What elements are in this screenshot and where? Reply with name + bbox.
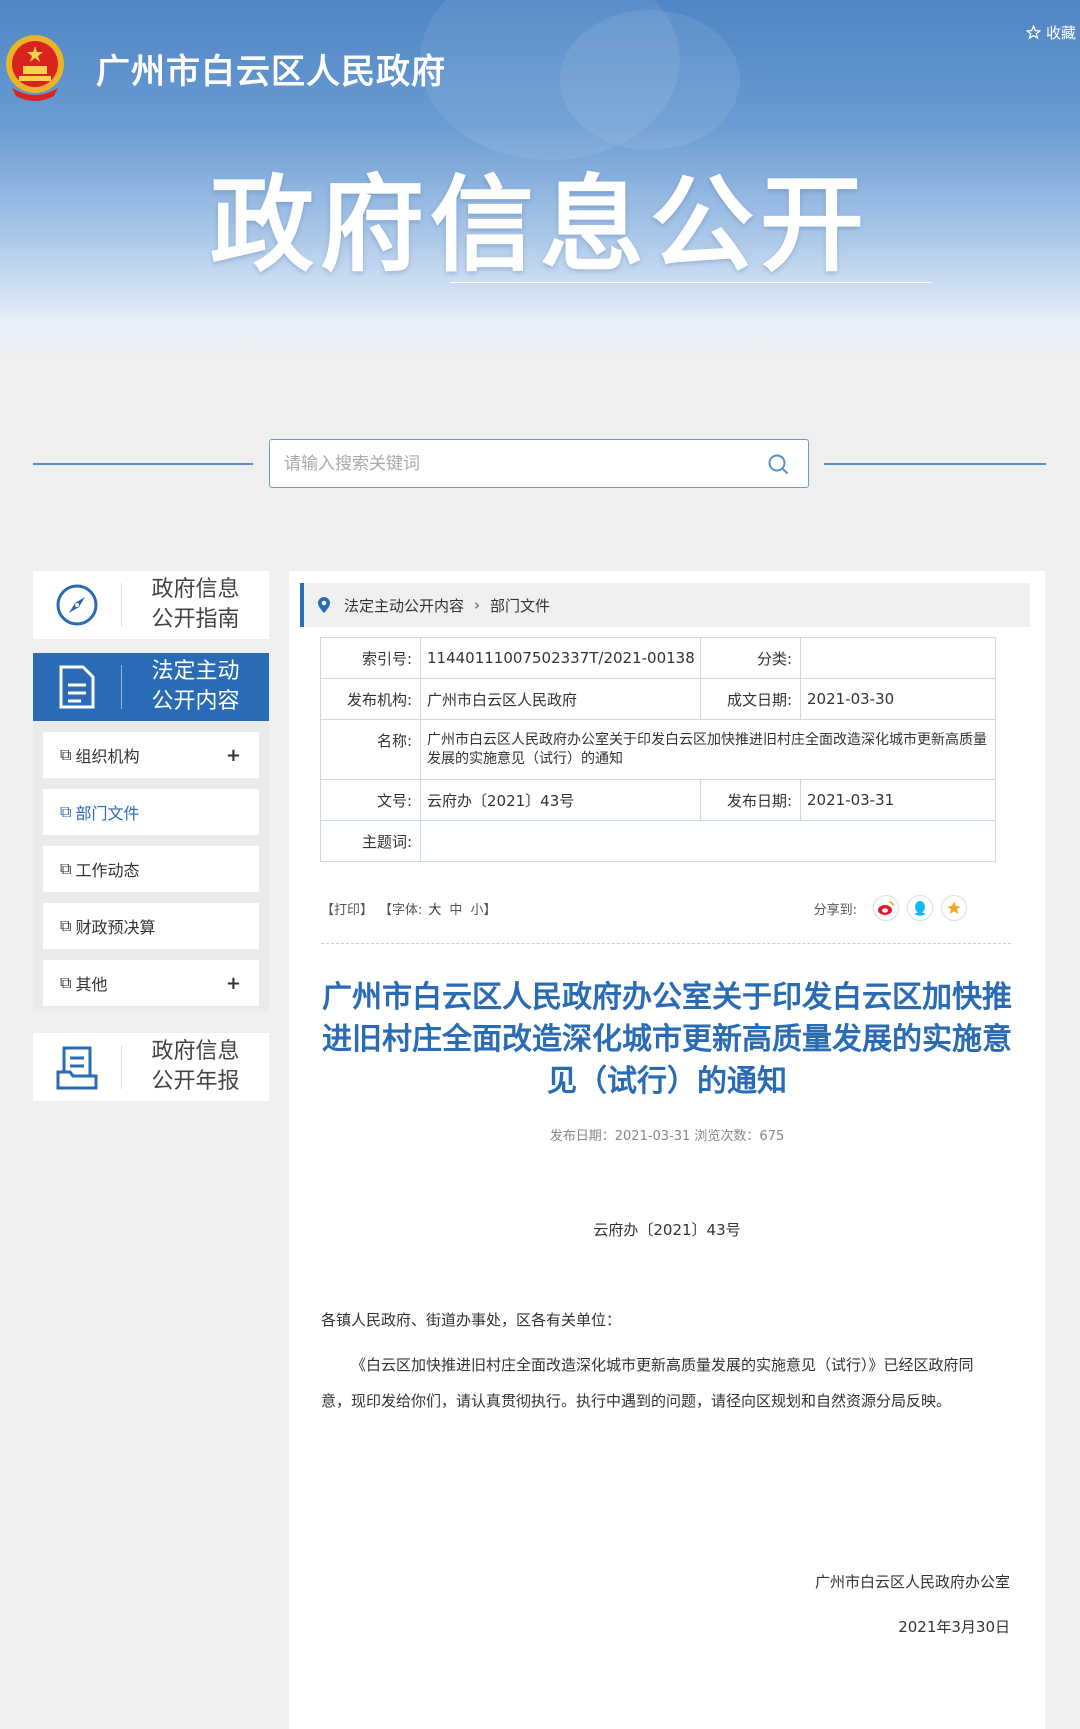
header-decoration bbox=[560, 10, 740, 150]
sidebar-guide-line1: 政府信息 bbox=[151, 577, 240, 602]
sidebar-item-dept-docs[interactable]: ⧉ 部门文件 bbox=[43, 789, 259, 835]
sidebar-report-label: 政府信息 公开年报 bbox=[122, 1037, 269, 1097]
docno-value: 云府办〔2021〕43号 bbox=[420, 779, 701, 821]
sidebar-guide-line2: 公开指南 bbox=[151, 607, 240, 632]
search-box bbox=[269, 439, 809, 488]
sidebar-content-line2: 公开内容 bbox=[151, 689, 240, 714]
favorite-label: 收藏 bbox=[1045, 24, 1076, 42]
qq-icon[interactable] bbox=[907, 895, 933, 921]
share-label: 分享到: bbox=[813, 902, 857, 918]
copy-icon: ⧉ bbox=[60, 802, 72, 821]
search-divider-right bbox=[824, 463, 1046, 465]
article-body: 《白云区加快推进旧村庄全面改造深化城市更新高质量发展的实施意见（试行）》已经区政… bbox=[321, 1356, 974, 1410]
document-icon bbox=[33, 653, 121, 721]
report-icon bbox=[33, 1033, 121, 1101]
docno-label: 文号: bbox=[320, 779, 421, 821]
org-value: 广州市白云区人民政府 bbox=[420, 678, 701, 720]
breadcrumb-item[interactable]: 部门文件 bbox=[490, 595, 550, 616]
banner-title: 政府信息公开 bbox=[209, 164, 870, 286]
table-row: 名称: 广州市白云区人民政府办公室关于印发白云区加快推进旧村庄全面改造深化城市更… bbox=[320, 719, 996, 780]
breadcrumb-item[interactable]: 法定主动公开内容 bbox=[344, 595, 464, 616]
keywords-label: 主题词: bbox=[320, 820, 421, 862]
sidebar-content-line1: 法定主动 bbox=[151, 659, 240, 684]
sidebar-item-label: 其他 bbox=[75, 975, 108, 994]
index-label: 索引号: bbox=[320, 637, 421, 679]
article-info: 发布日期：2021-03-31 浏览次数：675 bbox=[549, 1129, 785, 1144]
published-value: 2021-03-31 bbox=[800, 779, 996, 821]
star-icon bbox=[1025, 25, 1041, 40]
font-large-button[interactable]: 大 bbox=[428, 899, 441, 918]
font-size-prefix: 【字体: bbox=[379, 902, 423, 918]
category-value bbox=[800, 637, 996, 679]
divider bbox=[321, 943, 1011, 944]
expand-icon[interactable]: + bbox=[226, 973, 241, 994]
article-title: 广州市白云区人民政府办公室关于印发白云区加快推进旧村庄全面改造深化城市更新高质量… bbox=[322, 980, 1012, 1099]
sidebar-item-budget[interactable]: ⧉ 财政预决算 bbox=[43, 903, 259, 949]
sidebar-report-line2: 公开年报 bbox=[151, 1069, 240, 1094]
sidebar-report-line1: 政府信息 bbox=[151, 1039, 240, 1064]
compass-icon bbox=[33, 571, 121, 639]
sidebar-guide[interactable]: 政府信息 公开指南 bbox=[33, 571, 269, 639]
copy-icon: ⧉ bbox=[60, 859, 72, 878]
article-toolbar: 【打印】 【字体: 大 中 小】 分享到: bbox=[321, 893, 997, 923]
breadcrumb: 法定主动公开内容 › 部门文件 bbox=[300, 583, 1030, 627]
copy-icon: ⧉ bbox=[60, 973, 72, 992]
sidebar-report[interactable]: 政府信息 公开年报 bbox=[33, 1033, 269, 1101]
search-icon[interactable] bbox=[766, 452, 790, 476]
national-emblem-icon bbox=[6, 35, 64, 101]
sidebar-item-label: 工作动态 bbox=[75, 861, 140, 880]
sidebar-item-work-news[interactable]: ⧉ 工作动态 bbox=[43, 846, 259, 892]
category-label: 分类: bbox=[700, 637, 801, 679]
index-value: 11440111007502337T/2021-00138 bbox=[420, 637, 701, 679]
font-medium-button[interactable]: 中 bbox=[449, 899, 462, 918]
sidebar-item-label: 部门文件 bbox=[75, 804, 140, 823]
name-label: 名称: bbox=[320, 719, 421, 780]
sidebar-guide-label: 政府信息 公开指南 bbox=[122, 575, 269, 635]
sidebar-item-label: 组织机构 bbox=[75, 747, 140, 766]
main-content: 法定主动公开内容 › 部门文件 索引号: 11440111007502337T/… bbox=[289, 571, 1045, 1729]
table-row: 索引号: 11440111007502337T/2021-00138 分类: bbox=[320, 637, 996, 679]
sidebar-item-org[interactable]: ⧉ 组织机构 + bbox=[43, 732, 259, 778]
sidebar-submenu: ⧉ 组织机构 + ⧉ 部门文件 ⧉ 工作动态 ⧉ 财政预决算 ⧉ 其他 + bbox=[33, 721, 269, 1011]
sidebar-item-other[interactable]: ⧉ 其他 + bbox=[43, 960, 259, 1006]
page-header: 广州市白云区人民政府 收藏 政府信息公开 bbox=[0, 0, 1080, 357]
favorite-button[interactable]: 收藏 bbox=[1025, 22, 1076, 43]
copy-icon: ⧉ bbox=[60, 745, 72, 764]
font-small-button[interactable]: 小】 bbox=[470, 899, 496, 918]
name-value: 广州市白云区人民政府办公室关于印发白云区加快推进旧村庄全面改造深化城市更新高质量… bbox=[420, 719, 996, 780]
print-button[interactable]: 【打印】 bbox=[321, 899, 373, 918]
signature-date: 2021年3月30日 bbox=[898, 1618, 1010, 1636]
sidebar-content-label: 法定主动 公开内容 bbox=[122, 657, 269, 717]
metadata-table: 索引号: 11440111007502337T/2021-00138 分类: 发… bbox=[320, 637, 996, 862]
published-label: 发布日期: bbox=[700, 779, 801, 821]
org-label: 发布机构: bbox=[320, 678, 421, 720]
sidebar-item-label: 财政预决算 bbox=[75, 918, 156, 937]
search-divider-left bbox=[33, 463, 253, 465]
expand-icon[interactable]: + bbox=[226, 745, 241, 766]
table-row: 发布机构: 广州市白云区人民政府 成文日期: 2021-03-30 bbox=[320, 678, 996, 720]
article-salutation: 各镇人民政府、街道办事处，区各有关单位： bbox=[321, 1311, 622, 1329]
chevron-right-icon: › bbox=[474, 596, 481, 614]
table-row: 主题词: bbox=[320, 820, 996, 862]
article-doc-number: 云府办〔2021〕43号 bbox=[593, 1221, 741, 1239]
table-row: 文号: 云府办〔2021〕43号 发布日期: 2021-03-31 bbox=[320, 779, 996, 821]
site-name: 广州市白云区人民政府 bbox=[96, 52, 446, 92]
qzone-icon[interactable] bbox=[941, 895, 967, 921]
created-value: 2021-03-30 bbox=[800, 678, 996, 720]
sidebar-content[interactable]: 法定主动 公开内容 bbox=[33, 653, 269, 721]
weibo-icon[interactable] bbox=[873, 895, 899, 921]
signature-org: 广州市白云区人民政府办公室 bbox=[814, 1573, 1010, 1591]
banner-divider bbox=[450, 282, 932, 283]
location-pin-icon bbox=[318, 597, 330, 613]
copy-icon: ⧉ bbox=[60, 916, 72, 935]
created-label: 成文日期: bbox=[700, 678, 801, 720]
search-input[interactable] bbox=[270, 440, 740, 487]
keywords-value bbox=[420, 820, 996, 862]
share-bar: 分享到: bbox=[814, 895, 967, 921]
